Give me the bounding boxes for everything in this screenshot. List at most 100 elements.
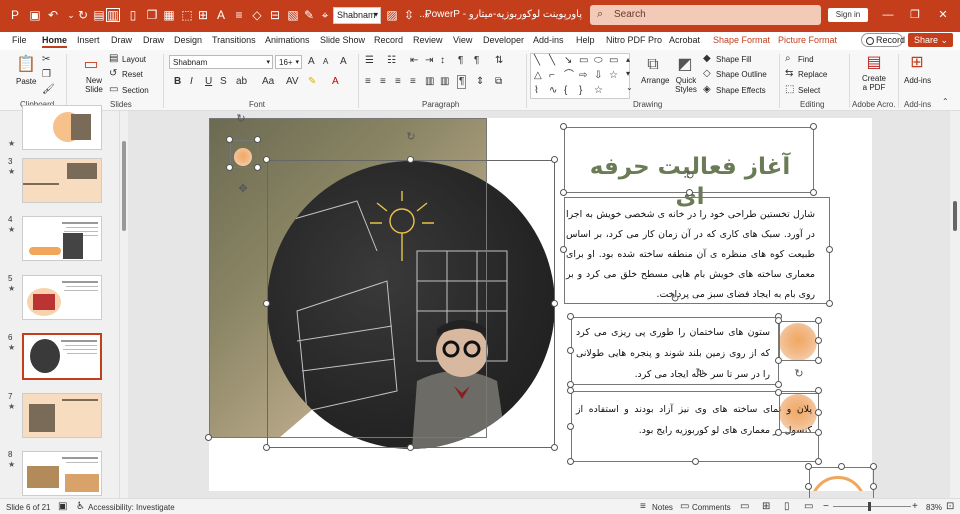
- slideshow-icon[interactable]: ▭: [804, 501, 813, 512]
- rotate-handle-icon[interactable]: ↻: [235, 113, 247, 125]
- add-ins-icon[interactable]: ⊞: [908, 54, 926, 72]
- resize-handle[interactable]: [263, 156, 270, 163]
- shape-fill-icon[interactable]: ◆: [703, 53, 711, 65]
- tab-picture-format[interactable]: Picture Format: [778, 35, 837, 45]
- copy-icon[interactable]: ❐: [145, 8, 159, 22]
- thumbnail-scrollbar[interactable]: [120, 111, 128, 498]
- resize-handle[interactable]: [254, 164, 261, 171]
- shape-icon[interactable]: ◇: [250, 8, 264, 22]
- replace-button[interactable]: Replace: [798, 70, 827, 79]
- paste-icon[interactable]: 📋: [16, 56, 36, 74]
- section-icon[interactable]: ▭: [109, 84, 118, 96]
- zoom-level[interactable]: 83%: [926, 503, 942, 512]
- close-icon[interactable]: ✕: [936, 8, 950, 22]
- undo-icon[interactable]: ↶: [46, 8, 60, 22]
- resize-handle[interactable]: [560, 123, 567, 130]
- highlight-color-icon[interactable]: ✎: [308, 76, 316, 88]
- resize-handle[interactable]: [567, 313, 574, 320]
- tab-view[interactable]: View: [453, 35, 472, 45]
- tab-transitions[interactable]: Transitions: [212, 35, 256, 45]
- create-pdf-icon[interactable]: ▤: [865, 54, 883, 72]
- change-case-icon[interactable]: Aa: [262, 76, 274, 88]
- find-icon[interactable]: ⌕: [785, 53, 791, 65]
- tab-record[interactable]: Record: [374, 35, 403, 45]
- highlight-icon[interactable]: ✎: [302, 8, 316, 22]
- rotate-handle-icon[interactable]: ↻: [405, 131, 417, 143]
- arrow-shape-icon[interactable]: ⇩: [594, 70, 602, 82]
- star-shape-icon[interactable]: ☆: [609, 70, 618, 82]
- table-icon[interactable]: ⊞: [196, 8, 210, 22]
- minimize-icon[interactable]: —: [881, 8, 895, 22]
- canvas-scrollbar[interactable]: [950, 111, 960, 498]
- paste-icon[interactable]: ▦: [162, 8, 176, 22]
- tab-nitro-pdf[interactable]: Nitro PDF Pro: [606, 35, 662, 45]
- present-icon[interactable]: ▤: [92, 8, 106, 22]
- italic-icon[interactable]: I: [190, 76, 193, 88]
- comments-button[interactable]: Comments: [692, 503, 731, 512]
- tab-developer[interactable]: Developer: [483, 35, 524, 45]
- resize-handle[interactable]: [815, 357, 822, 364]
- star-shape-icon[interactable]: ☆: [594, 85, 603, 97]
- file-icon[interactable]: ▯: [126, 8, 140, 22]
- text-icon[interactable]: A: [214, 8, 228, 22]
- resize-handle[interactable]: [810, 123, 817, 130]
- accessibility-icon[interactable]: ♿: [76, 501, 85, 512]
- resize-handle[interactable]: [567, 347, 574, 354]
- spacing-icon[interactable]: ⇳: [402, 8, 416, 22]
- line-shape-icon[interactable]: ╲: [534, 55, 540, 67]
- align-left-icon[interactable]: ≡: [365, 76, 371, 88]
- decrease-indent-icon[interactable]: ⇤: [410, 55, 418, 67]
- slide-thumbnail[interactable]: [22, 275, 102, 320]
- grid-icon[interactable]: ⊟: [268, 8, 282, 22]
- resize-handle[interactable]: [254, 136, 261, 143]
- underline-icon[interactable]: U: [205, 76, 212, 88]
- collapse-ribbon-icon[interactable]: ⌃: [942, 96, 949, 108]
- slide-thumbnail[interactable]: [22, 393, 102, 438]
- increase-indent-icon[interactable]: ⇥: [425, 55, 433, 67]
- rotate-handle-icon[interactable]: ↻: [694, 367, 706, 379]
- scrollbar-thumb[interactable]: [953, 201, 957, 231]
- triangle-shape-icon[interactable]: △: [534, 70, 542, 82]
- align-center-icon[interactable]: ≡: [380, 76, 386, 88]
- resize-handle[interactable]: [805, 463, 812, 470]
- resize-handle[interactable]: [407, 444, 414, 451]
- tab-help[interactable]: Help: [576, 35, 595, 45]
- quick-styles-button[interactable]: Quick Styles: [672, 76, 700, 94]
- spellcheck-icon[interactable]: ▣: [58, 501, 67, 512]
- gallery-down-icon[interactable]: ▾: [626, 68, 630, 80]
- rotate-handle-icon[interactable]: ↻: [793, 368, 805, 380]
- clear-format-icon[interactable]: A: [340, 56, 347, 68]
- rectangle-shape-icon[interactable]: ▭: [609, 55, 618, 67]
- rotate-handle-icon[interactable]: ↻: [669, 293, 681, 305]
- line-shape-icon[interactable]: ╲: [549, 55, 555, 67]
- resize-handle[interactable]: [407, 156, 414, 163]
- resize-handle[interactable]: [567, 423, 574, 430]
- resize-handle[interactable]: [815, 409, 822, 416]
- resize-handle[interactable]: [686, 189, 693, 196]
- align-text-icon[interactable]: ⇕: [476, 76, 484, 88]
- distribute-icon[interactable]: ▥: [425, 76, 434, 88]
- strikethrough-icon[interactable]: S: [220, 76, 227, 88]
- gallery-up-icon[interactable]: ▴: [626, 54, 630, 66]
- copy-icon[interactable]: ❐: [42, 69, 51, 81]
- resize-handle[interactable]: [815, 337, 822, 344]
- ltr-icon[interactable]: ¶: [474, 55, 479, 67]
- resize-handle[interactable]: [775, 381, 782, 388]
- resize-handle[interactable]: [815, 429, 822, 436]
- font-size-select[interactable]: 16+ ▾: [275, 55, 302, 69]
- font-family-select[interactable]: Shabnam ▾: [169, 55, 273, 69]
- spacing-icon[interactable]: AV: [286, 76, 299, 88]
- resize-handle[interactable]: [560, 189, 567, 196]
- smartart-icon[interactable]: ⧉: [495, 76, 502, 88]
- record-button[interactable]: Record: [861, 33, 905, 47]
- char-spacing-icon[interactable]: ab: [236, 76, 247, 88]
- tab-draw[interactable]: Draw: [111, 35, 132, 45]
- slide-thumbnail-selected[interactable]: [22, 333, 102, 380]
- tab-animations[interactable]: Animations: [265, 35, 310, 45]
- create-pdf-button[interactable]: Create a PDF: [860, 74, 888, 92]
- tab-file[interactable]: File: [12, 35, 27, 45]
- shape-outline-button[interactable]: Shape Outline: [716, 70, 767, 79]
- tab-add-ins[interactable]: Add-ins: [533, 35, 564, 45]
- accessibility-status[interactable]: Accessibility: Investigate: [88, 503, 175, 512]
- rotate-handle-icon[interactable]: ↻: [684, 170, 696, 182]
